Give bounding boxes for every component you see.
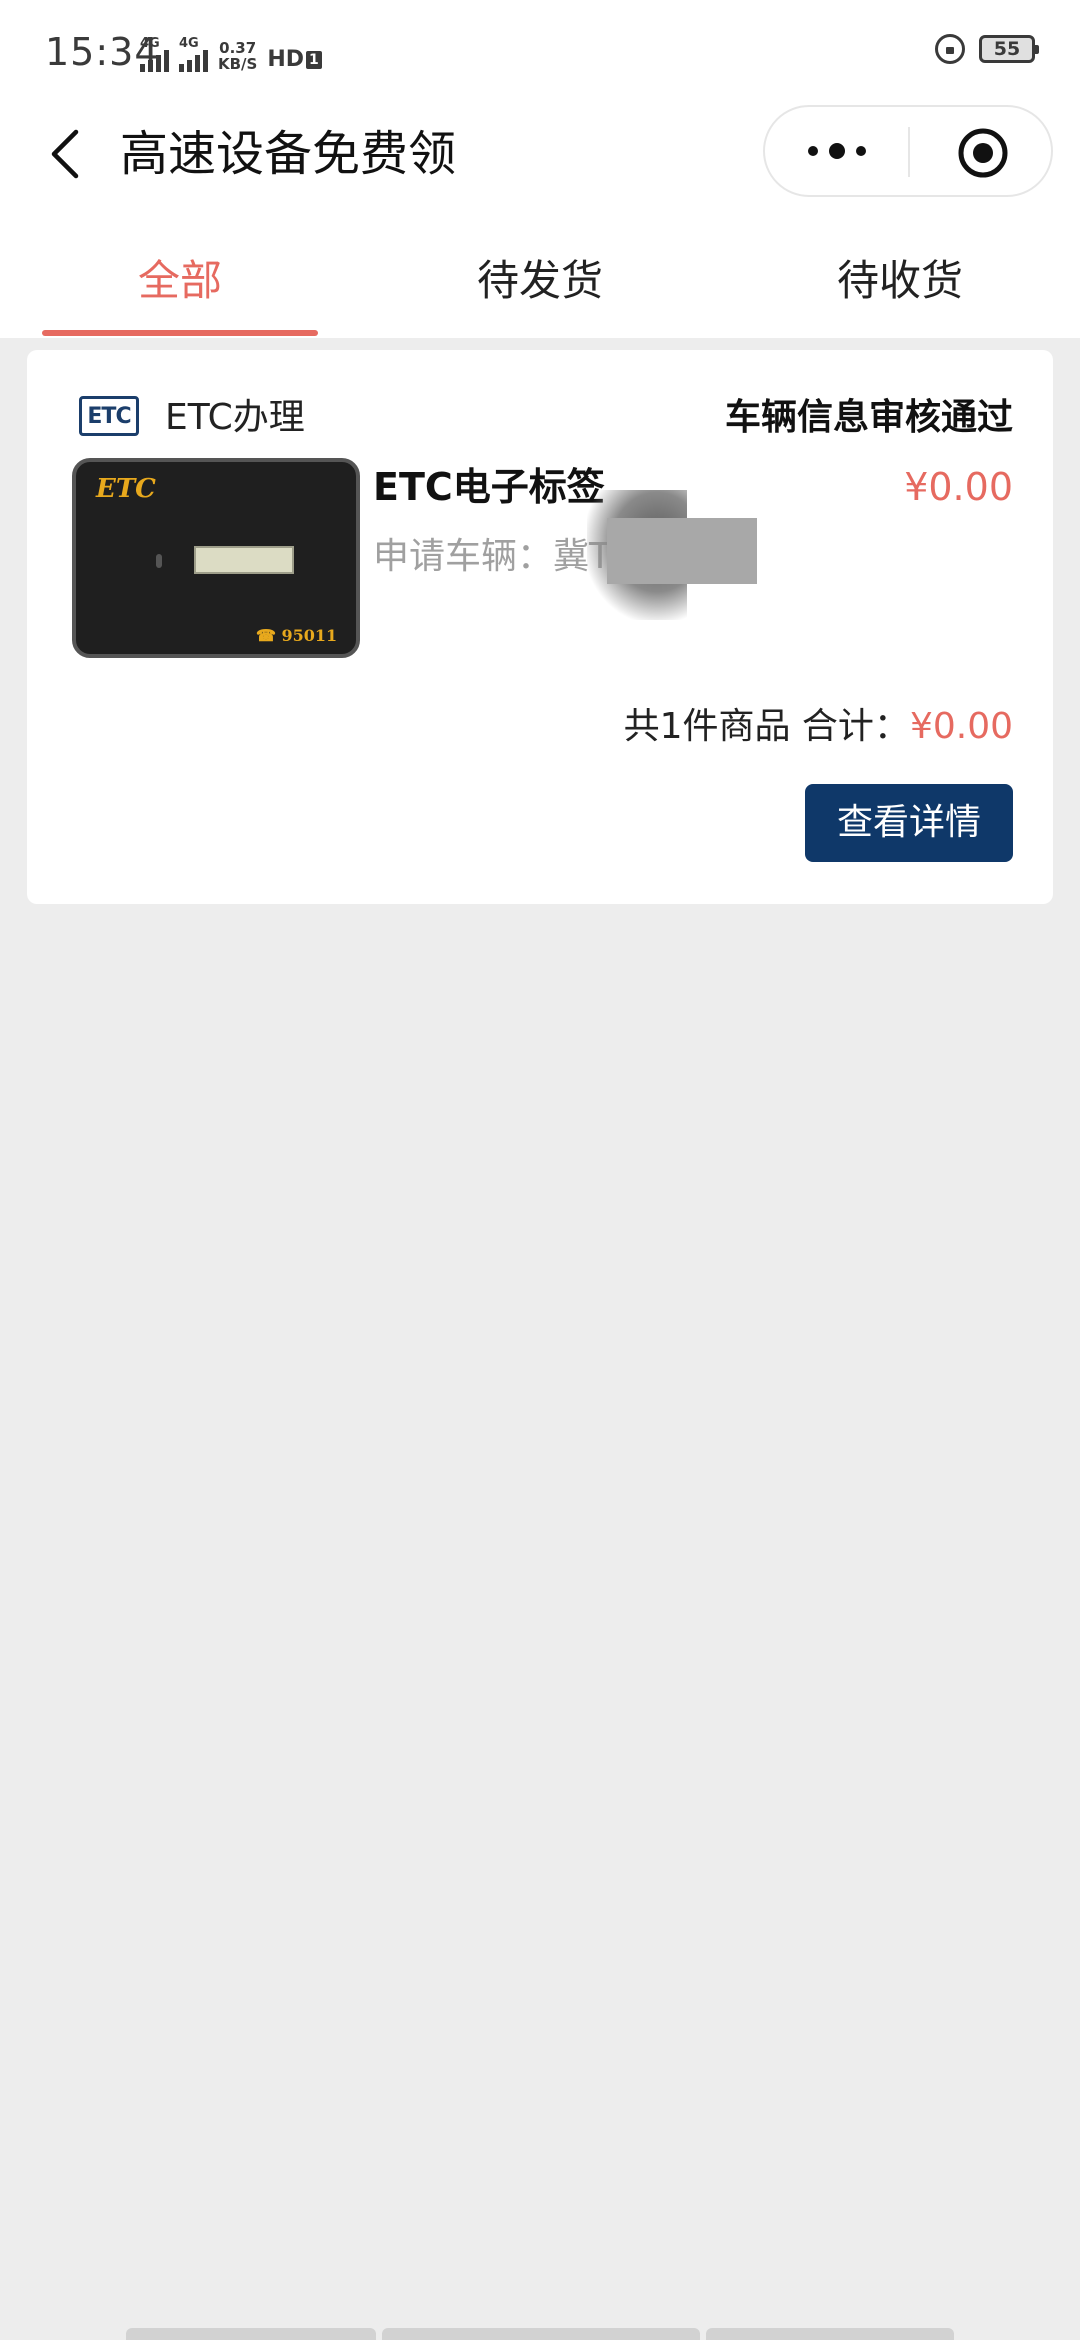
etc-logo-icon: ETC bbox=[79, 396, 139, 436]
hd-voice-icon: HD 1 bbox=[267, 47, 322, 72]
order-summary: 共1件商品 合计：¥0.00 bbox=[624, 704, 1013, 750]
summary-total: ¥0.00 bbox=[909, 706, 1013, 747]
speed-value: 0.37 bbox=[219, 39, 257, 57]
home-indicator-segment bbox=[126, 2328, 376, 2340]
order-status: 车辆信息审核通过 bbox=[724, 397, 1013, 438]
close-target-icon[interactable] bbox=[957, 127, 1009, 179]
capsule-divider bbox=[908, 127, 910, 177]
back-arrow-icon[interactable] bbox=[40, 126, 96, 182]
home-indicator-segment bbox=[382, 2328, 700, 2340]
active-tab-indicator bbox=[42, 330, 318, 336]
hd-label: HD bbox=[267, 47, 305, 72]
product-name: ETC电子标签 bbox=[373, 465, 605, 509]
nav-bar: 高速设备免费领 bbox=[0, 100, 1080, 210]
network-speed: 0.37 KB/S bbox=[218, 40, 257, 72]
home-indicator-segment bbox=[706, 2328, 954, 2340]
order-tabs: 全部 待发货 待收货 bbox=[0, 210, 1080, 338]
signal-icon bbox=[140, 50, 169, 72]
status-right: 55 bbox=[935, 34, 1039, 64]
product-price: ¥0.00 bbox=[904, 465, 1013, 509]
rotation-lock-icon bbox=[935, 34, 965, 64]
order-card[interactable]: ETC ETC办理 车辆信息审核通过 ETC ☎ 95011 ETC电子标签 ¥… bbox=[27, 350, 1053, 904]
mini-program-capsule bbox=[763, 105, 1053, 197]
signal-1: 4G bbox=[140, 37, 169, 72]
status-bar: 15:34 4G 4G 0.37 KB/S HD 1 55 bbox=[0, 0, 1080, 100]
battery-level: 55 bbox=[993, 38, 1021, 60]
redaction-box bbox=[607, 518, 757, 584]
speed-unit: KB/S bbox=[218, 55, 258, 73]
page-title: 高速设备免费领 bbox=[120, 126, 457, 182]
tab-pending-receipt[interactable]: 待收货 bbox=[762, 254, 1038, 308]
view-details-button[interactable]: 查看详情 bbox=[805, 784, 1013, 862]
more-icon[interactable] bbox=[805, 141, 869, 161]
status-indicators: 4G 4G 0.37 KB/S HD 1 bbox=[140, 32, 322, 72]
tab-all[interactable]: 全部 bbox=[42, 254, 318, 308]
signal-2: 4G bbox=[179, 37, 208, 72]
screen: 15:34 4G 4G 0.37 KB/S HD 1 55 高速设备免费领 全部… bbox=[0, 0, 1080, 2340]
etc-logo-text: ETC bbox=[87, 403, 131, 429]
tab-pending-shipment[interactable]: 待发货 bbox=[402, 254, 678, 308]
summary-prefix: 共1件商品 合计： bbox=[623, 706, 910, 747]
shop-name: ETC办理 bbox=[165, 397, 305, 438]
product-image-phone: ☎ 95011 bbox=[256, 626, 338, 645]
product-image-brand: ETC bbox=[96, 474, 156, 504]
hd-number: 1 bbox=[306, 50, 322, 69]
vehicle-label: 申请车辆： bbox=[373, 536, 554, 577]
signal-icon bbox=[179, 50, 208, 72]
product-image[interactable]: ETC ☎ 95011 bbox=[72, 458, 360, 658]
net-type-label: 4G bbox=[140, 36, 160, 51]
device-sensor bbox=[156, 554, 162, 568]
net-type-label: 4G bbox=[179, 36, 199, 51]
device-window bbox=[194, 546, 294, 574]
battery-icon: 55 bbox=[979, 35, 1039, 63]
